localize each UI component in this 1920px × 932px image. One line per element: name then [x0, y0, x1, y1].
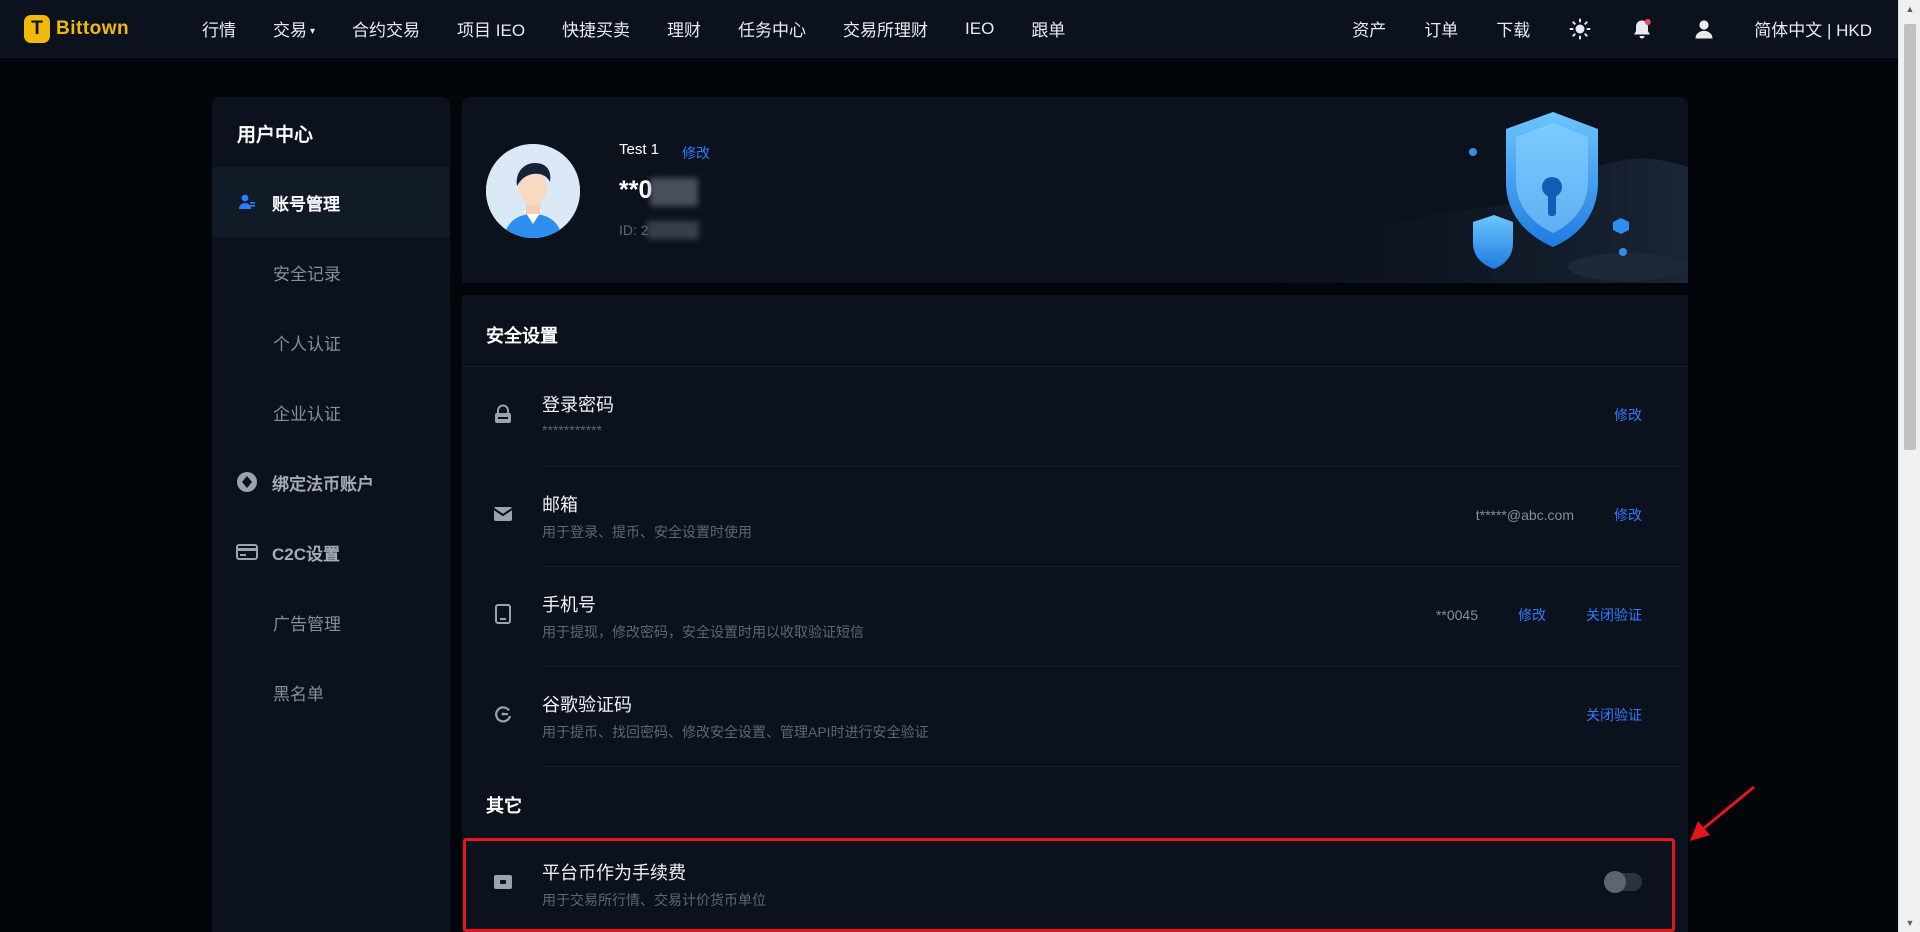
row-title: 登录密码: [542, 395, 614, 415]
sidebar-item-label: 个人认证: [273, 334, 341, 354]
sidebar-item-c2c-settings[interactable]: C2C设置: [212, 517, 450, 587]
theme-sun-icon[interactable]: [1568, 17, 1592, 41]
nav-item-orders[interactable]: 订单: [1424, 16, 1458, 41]
row-description: 用于提现，修改密码，安全设置时用以收取验证短信: [542, 624, 864, 640]
language-currency-selector[interactable]: 简体中文 | HKD: [1754, 16, 1872, 41]
nav-item-futures[interactable]: 合约交易: [352, 16, 420, 41]
platform-coin-fee-toggle[interactable]: [1604, 871, 1642, 893]
change-email-link[interactable]: 修改: [1614, 505, 1642, 525]
security-row-phone: 手机号 用于提现，修改密码，安全设置时用以收取验证短信 **0045 修改 关闭…: [462, 567, 1688, 667]
row-description: 用于登录、提币、安全设置时使用: [542, 524, 752, 540]
change-phone-link[interactable]: 修改: [1518, 605, 1546, 625]
row-actions: 修改: [1614, 405, 1642, 425]
row-actions: t*****@abc.com 修改: [1476, 505, 1642, 525]
nav-item-download[interactable]: 下载: [1496, 16, 1530, 41]
profile-account-masked: **0: [619, 176, 653, 204]
user-center-sidebar: 用户中心 账号管理 安全记录 个人认证 企业认证 绑定法币账户 C2C设置 广告…: [212, 97, 450, 932]
security-settings-title: 安全设置: [486, 326, 558, 346]
user-account-icon[interactable]: [1692, 17, 1716, 41]
phone-masked-value: **0045: [1435, 607, 1478, 623]
account-user-icon: [236, 191, 258, 213]
profile-nickname: Test 1: [619, 141, 660, 158]
sidebar-title: 用户中心: [237, 125, 314, 146]
row-title: 谷歌验证码: [542, 695, 632, 715]
sidebar-item-enterprise-verification[interactable]: 企业认证: [212, 377, 450, 447]
row-description: ***********: [542, 422, 602, 438]
security-shield-illustration: [1208, 112, 1688, 283]
scroll-up-arrow-icon[interactable]: ▲: [1899, 0, 1920, 18]
nav-item-quick-buy[interactable]: 快捷买卖: [562, 16, 630, 41]
security-settings-panel: 安全设置 登录密码 *********** 修改 邮箱 用于登录、提币、安全设置…: [462, 295, 1688, 932]
sidebar-item-security-log[interactable]: 安全记录: [212, 237, 450, 307]
nav-item-finance[interactable]: 理财: [667, 16, 701, 41]
sidebar-item-account-management[interactable]: 账号管理: [212, 167, 450, 237]
other-row-platform-coin-fee: 平台币作为手续费 用于交易所行情、交易计价货币单位: [462, 835, 1688, 932]
nav-right-group: 资产 订单 下载 简体中文 | HKD: [1352, 16, 1898, 41]
edit-nickname-link[interactable]: 修改: [682, 143, 710, 163]
nav-item-project-ieo[interactable]: 项目 IEO: [457, 16, 525, 41]
annotation-arrow-icon: [1690, 785, 1755, 841]
other-section-title: 其它: [486, 796, 522, 816]
sidebar-item-ad-management[interactable]: 广告管理: [212, 587, 450, 657]
security-row-google-authenticator: 谷歌验证码 用于提币、找回密码、修改安全设置、管理API时进行安全验证 关闭验证: [462, 667, 1688, 767]
row-title: 手机号: [542, 595, 596, 615]
main-nav: 行情 交易 ▾ 合约交易 项目 IEO 快捷买卖 理财 任务中心 交易所理财 IE…: [202, 16, 1102, 41]
c2c-card-icon: [236, 541, 258, 563]
nav-item-task-center[interactable]: 任务中心: [738, 16, 806, 41]
toggle-knob: [1604, 871, 1626, 893]
disable-sms-verification-link[interactable]: 关闭验证: [1586, 605, 1642, 625]
sidebar-item-label: 广告管理: [273, 614, 341, 634]
email-masked-value: t*****@abc.com: [1475, 507, 1574, 523]
notification-bell-icon[interactable]: [1630, 17, 1654, 41]
row-description: 用于交易所行情、交易计价货币单位: [542, 892, 766, 908]
lock-icon: [492, 403, 514, 425]
phone-icon: [492, 603, 514, 625]
page: T Bittown 行情 交易 ▾ 合约交易 项目 IEO 快捷买卖 理财 任务中…: [0, 0, 1920, 932]
redacted-id-blur: [647, 221, 699, 239]
security-row-login-password: 登录密码 *********** 修改: [462, 367, 1688, 467]
mail-icon: [492, 503, 514, 525]
row-actions: **0045 修改 关闭验证: [1436, 605, 1642, 625]
row-title: 平台币作为手续费: [542, 863, 686, 883]
page-scrollbar[interactable]: ▲ ▼: [1898, 0, 1920, 932]
top-navigation-bar: T Bittown 行情 交易 ▾ 合约交易 项目 IEO 快捷买卖 理财 任务中…: [0, 0, 1898, 58]
chevron-down-icon: ▾: [310, 26, 316, 37]
disable-google-auth-link[interactable]: 关闭验证: [1586, 705, 1642, 725]
sidebar-item-label: 绑定法币账户: [272, 474, 374, 494]
row-title: 邮箱: [542, 495, 578, 515]
logo-mark-icon: T: [24, 14, 50, 43]
profile-user-id: ID: 2: [619, 222, 649, 238]
redacted-account-blur: [650, 178, 698, 206]
fee-coin-icon: [492, 871, 514, 893]
sidebar-item-label: 账号管理: [272, 194, 340, 214]
change-password-link[interactable]: 修改: [1614, 405, 1642, 425]
nav-item-market[interactable]: 行情: [202, 16, 236, 41]
security-row-email: 邮箱 用于登录、提币、安全设置时使用 t*****@abc.com 修改: [462, 467, 1688, 567]
nav-item-trade-label: 交易: [273, 21, 307, 40]
nav-item-assets[interactable]: 资产: [1352, 16, 1386, 41]
nav-item-ieo[interactable]: IEO: [965, 19, 994, 39]
sidebar-item-blacklist[interactable]: 黑名单: [212, 657, 450, 727]
sidebar-item-personal-verification[interactable]: 个人认证: [212, 307, 450, 377]
nav-item-trade[interactable]: 交易 ▾: [273, 16, 315, 41]
brand-logo[interactable]: T Bittown: [24, 14, 194, 43]
profile-card: Test 1 修改 **0 ID: 2: [462, 97, 1688, 283]
fiat-account-icon: [236, 471, 258, 493]
scroll-down-arrow-icon[interactable]: ▼: [1899, 914, 1920, 932]
row-actions: 关闭验证: [1586, 705, 1642, 725]
nav-item-exchange-finance[interactable]: 交易所理财: [843, 16, 928, 41]
nav-item-copy-trade[interactable]: 跟单: [1031, 16, 1065, 41]
row-divider: [542, 766, 1682, 767]
scrollbar-thumb[interactable]: [1904, 24, 1916, 450]
avatar: [486, 144, 580, 238]
google-auth-icon: [492, 703, 514, 725]
row-description: 用于提币、找回密码、修改安全设置、管理API时进行安全验证: [542, 724, 929, 740]
sidebar-item-bind-fiat-account[interactable]: 绑定法币账户: [212, 447, 450, 517]
sidebar-item-label: 安全记录: [273, 264, 341, 284]
sidebar-item-label: 黑名单: [273, 684, 324, 704]
sidebar-item-label: 企业认证: [273, 404, 341, 424]
brand-name: Bittown: [56, 17, 130, 39]
sidebar-item-label: C2C设置: [272, 544, 341, 564]
